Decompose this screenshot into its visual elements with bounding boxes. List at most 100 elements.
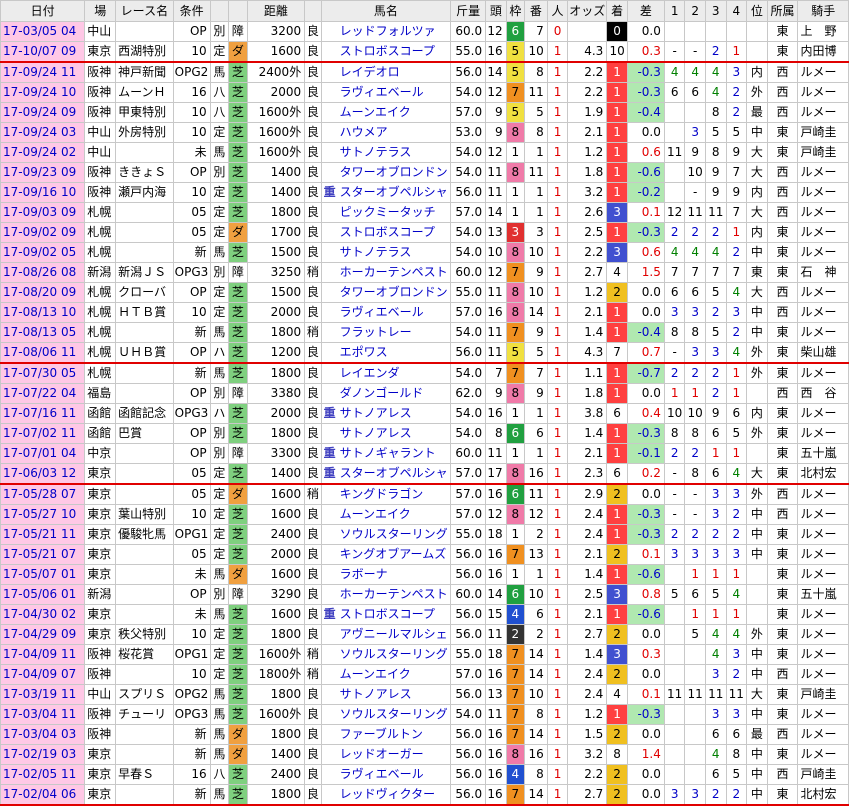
horse-name[interactable]: ソウルスターリング	[340, 647, 448, 661]
horse-name[interactable]: レッドフォルツァ	[340, 24, 436, 38]
cell-horse[interactable]: ソウルスターリング	[320, 704, 452, 725]
cell-date[interactable]: 17-02/05 11	[0, 764, 86, 785]
horse-name[interactable]: ファーブルトン	[340, 727, 423, 741]
table-row[interactable]: 17-07/22 04 福島 OP 別障 3380 良ダノンゴールド 62.0 9 8 9 1 1.8…	[0, 383, 849, 404]
column-header-kin[interactable]: 斤量	[450, 0, 487, 22]
cell-horse[interactable]: エポワス	[320, 342, 452, 364]
horse-name[interactable]: ラヴィエベール	[340, 85, 424, 99]
column-header-p1[interactable]: 1	[663, 0, 686, 22]
cell-date[interactable]: 17-09/16 10	[0, 182, 86, 203]
cell-horse[interactable]: ソウルスターリング	[320, 644, 452, 665]
cell-date[interactable]: 17-07/30 05	[0, 362, 86, 384]
horse-name[interactable]: フラットレー	[340, 325, 412, 339]
cell-date[interactable]: 17-07/22 04	[0, 383, 86, 404]
column-header-race[interactable]: レース名	[115, 0, 174, 22]
cell-date[interactable]: 17-09/24 11	[0, 61, 86, 83]
horse-name[interactable]: キングドラゴン	[340, 487, 424, 501]
table-row[interactable]: 17-04/29 09 東京 秩父特別 10 定芝 1800 良アヴニールマルシェ 56.0 1…	[0, 624, 849, 645]
column-header-cond[interactable]: 条件	[172, 0, 211, 22]
cell-horse[interactable]: 重スターオブペルシャ	[320, 463, 452, 485]
cell-horse[interactable]: 重スターオブペルシャ	[320, 182, 452, 203]
horse-name[interactable]: ストロボスコープ	[340, 225, 435, 239]
table-row[interactable]: 17-09/16 10 阪神 瀬戸内海 10 定芝 1400 良重スターオブペルシャ 56.0…	[0, 182, 849, 203]
column-header-p4[interactable]: 4	[725, 0, 748, 22]
horse-name[interactable]: スターオブペルシャ	[340, 185, 448, 199]
column-header-tou[interactable]: 頭	[485, 0, 507, 22]
cell-date[interactable]: 17-02/04 06	[0, 784, 86, 806]
cell-horse[interactable]: ソウルスターリング	[320, 524, 452, 545]
horse-name[interactable]: ムーンエイク	[340, 667, 411, 681]
table-row[interactable]: 17-03/05 04 中山 OP 別障 3200 良レッドフォルツァ 60.0 12 6 7 0 0…	[0, 21, 849, 42]
horse-name[interactable]: サトノアレス	[340, 406, 412, 420]
cell-date[interactable]: 17-04/29 09	[0, 624, 86, 645]
cell-horse[interactable]: 重ストロボスコープ	[320, 604, 452, 625]
table-row[interactable]: 17-05/21 11 東京 優駿牝馬 OPG1 定芝 2400 良 ソウルスターリング 55.…	[0, 524, 849, 545]
column-header-track[interactable]	[304, 0, 322, 22]
horse-name[interactable]: ムーンエイク	[340, 507, 411, 521]
cell-date[interactable]: 17-08/26 08	[0, 262, 86, 283]
cell-date[interactable]: 17-05/06 01	[0, 584, 86, 605]
cell-date[interactable]: 17-09/23 09	[0, 162, 86, 183]
cell-horse[interactable]: ストロボスコープ	[320, 222, 452, 243]
horse-name[interactable]: レッドオーガー	[340, 747, 424, 761]
cell-horse[interactable]: ムーンエイク	[320, 664, 452, 685]
horse-name[interactable]: スターオブペルシャ	[340, 466, 448, 480]
cell-horse[interactable]: レッドヴィクター	[320, 784, 452, 806]
cell-date[interactable]: 17-05/28 07	[0, 483, 86, 505]
table-row[interactable]: 17-08/13 10 札幌 ＨＴＢ賞 10 定芝 2000 良 ラヴィエベール 57.0 16 8…	[0, 302, 849, 323]
cell-horse[interactable]: タワーオブロンドン	[320, 282, 452, 303]
cell-horse[interactable]: レッドオーガー	[320, 744, 452, 765]
column-header-date[interactable]: 日付	[0, 0, 86, 22]
column-header-shozoku[interactable]: 所属	[766, 0, 799, 22]
table-row[interactable]: 17-03/04 03 阪神 新馬ダ 1800 良 ファーブルトン 56.0 16 7 14 1 1.…	[0, 724, 849, 745]
table-row[interactable]: 17-09/24 10 阪神 ムーンＨ 16 八芝 2000 良ラヴィエベール 54.0 12 7…	[0, 82, 849, 103]
table-row[interactable]: 17-07/30 05 札幌新馬芝 1800 良レイエンダ 54.0 7 7 7 1 1.1 1 -0…	[0, 362, 849, 384]
cell-date[interactable]: 17-09/24 09	[0, 102, 86, 123]
cell-date[interactable]: 17-03/05 04	[0, 21, 86, 42]
table-row[interactable]: 17-05/27 10 東京 葉山特別 10 定芝 1600 良ムーンエイク 57.0 12 8 1…	[0, 504, 849, 525]
table-row[interactable]: 17-04/30 02 東京未馬芝 1600 良重ストロボスコープ 56.0 15 4 6 1 2…	[0, 604, 849, 625]
cell-horse[interactable]: ムーンエイク	[320, 102, 452, 123]
cell-horse[interactable]: ラヴィエベール	[320, 764, 452, 785]
column-header-horse[interactable]: 馬名	[320, 0, 452, 22]
horse-name[interactable]: エポワス	[340, 345, 388, 359]
horse-name[interactable]: ラヴィエベール	[340, 767, 424, 781]
cell-date[interactable]: 17-02/19 03	[0, 744, 86, 765]
horse-name[interactable]: ピックミータッチ	[340, 205, 436, 219]
cell-horse[interactable]: キングオブアームズ	[320, 544, 452, 565]
cell-date[interactable]: 17-03/04 11	[0, 704, 86, 725]
cell-date[interactable]: 17-07/16 11	[0, 403, 86, 424]
table-row[interactable]: 17-09/23 09 阪神 ききょＳ OP 別芝 1400 良タワーオブロンドン 54.0 1…	[0, 162, 849, 183]
horse-name[interactable]: レイデオロ	[340, 65, 400, 79]
cell-date[interactable]: 17-09/24 03	[0, 122, 86, 143]
cell-date[interactable]: 17-03/19 11	[0, 684, 86, 705]
cell-date[interactable]: 17-05/21 11	[0, 524, 86, 545]
table-row[interactable]: 17-08/13 05 札幌新馬芝 1800 稍フラットレー 54.0 11 7 9 1 1.4 1…	[0, 322, 849, 343]
column-header-jockey[interactable]: 騎手	[797, 0, 849, 22]
table-row[interactable]: 17-09/03 09 札幌 05 定芝 1800 良ピックミータッチ 57.0 14 1 1 1 2…	[0, 202, 849, 223]
table-row[interactable]: 17-02/04 06 東京新馬芝 1800 良レッドヴィクター 56.0 16 7 14 1 2…	[0, 784, 849, 806]
horse-name[interactable]: ホーカーテンペスト	[340, 587, 448, 601]
column-header-odds[interactable]: オッズ	[567, 0, 608, 22]
cell-horse[interactable]: 重サトノギャラント	[320, 443, 452, 464]
cell-date[interactable]: 17-06/03 12	[0, 463, 86, 485]
horse-name[interactable]: サトノアレス	[340, 426, 412, 440]
cell-horse[interactable]: サトノテラス	[320, 142, 452, 163]
table-row[interactable]: 17-05/07 01 東京未馬ダ 1600 良ラボーナ 56.0 16 1 1 1 1.4 1 -0…	[0, 564, 849, 585]
cell-horse[interactable]: ハウメア	[320, 122, 452, 143]
horse-name[interactable]: サトノアレス	[340, 687, 412, 701]
cell-horse[interactable]: ストロボスコープ	[320, 41, 452, 63]
table-row[interactable]: 17-08/06 11 札幌 ＵＨＢ賞 OP ハ芝 1200 良エポワス 56.0 11 5 5 1 4…	[0, 342, 849, 364]
column-header-p2[interactable]: 2	[684, 0, 706, 22]
horse-name[interactable]: ホーカーテンペスト	[340, 265, 448, 279]
horse-name[interactable]: レイエンダ	[340, 366, 400, 380]
column-header-surf[interactable]	[228, 0, 248, 22]
cell-date[interactable]: 17-08/13 05	[0, 322, 86, 343]
column-header-sa[interactable]: 差	[626, 0, 665, 22]
cell-horse[interactable]: レイエンダ	[320, 362, 452, 384]
table-row[interactable]: 17-09/02 05 札幌新馬芝 1500 良サトノテラス 54.0 10 8 10 1 2.2…	[0, 242, 849, 263]
cell-date[interactable]: 17-08/06 11	[0, 342, 86, 364]
cell-horse[interactable]: ラヴィエベール	[320, 82, 452, 103]
column-header-waku[interactable]: 枠	[505, 0, 526, 22]
table-row[interactable]: 17-07/02 11 函館 巴賞 OP 別芝 1800 良サトノアレス 54.0 8 6 6 1 1.…	[0, 423, 849, 444]
